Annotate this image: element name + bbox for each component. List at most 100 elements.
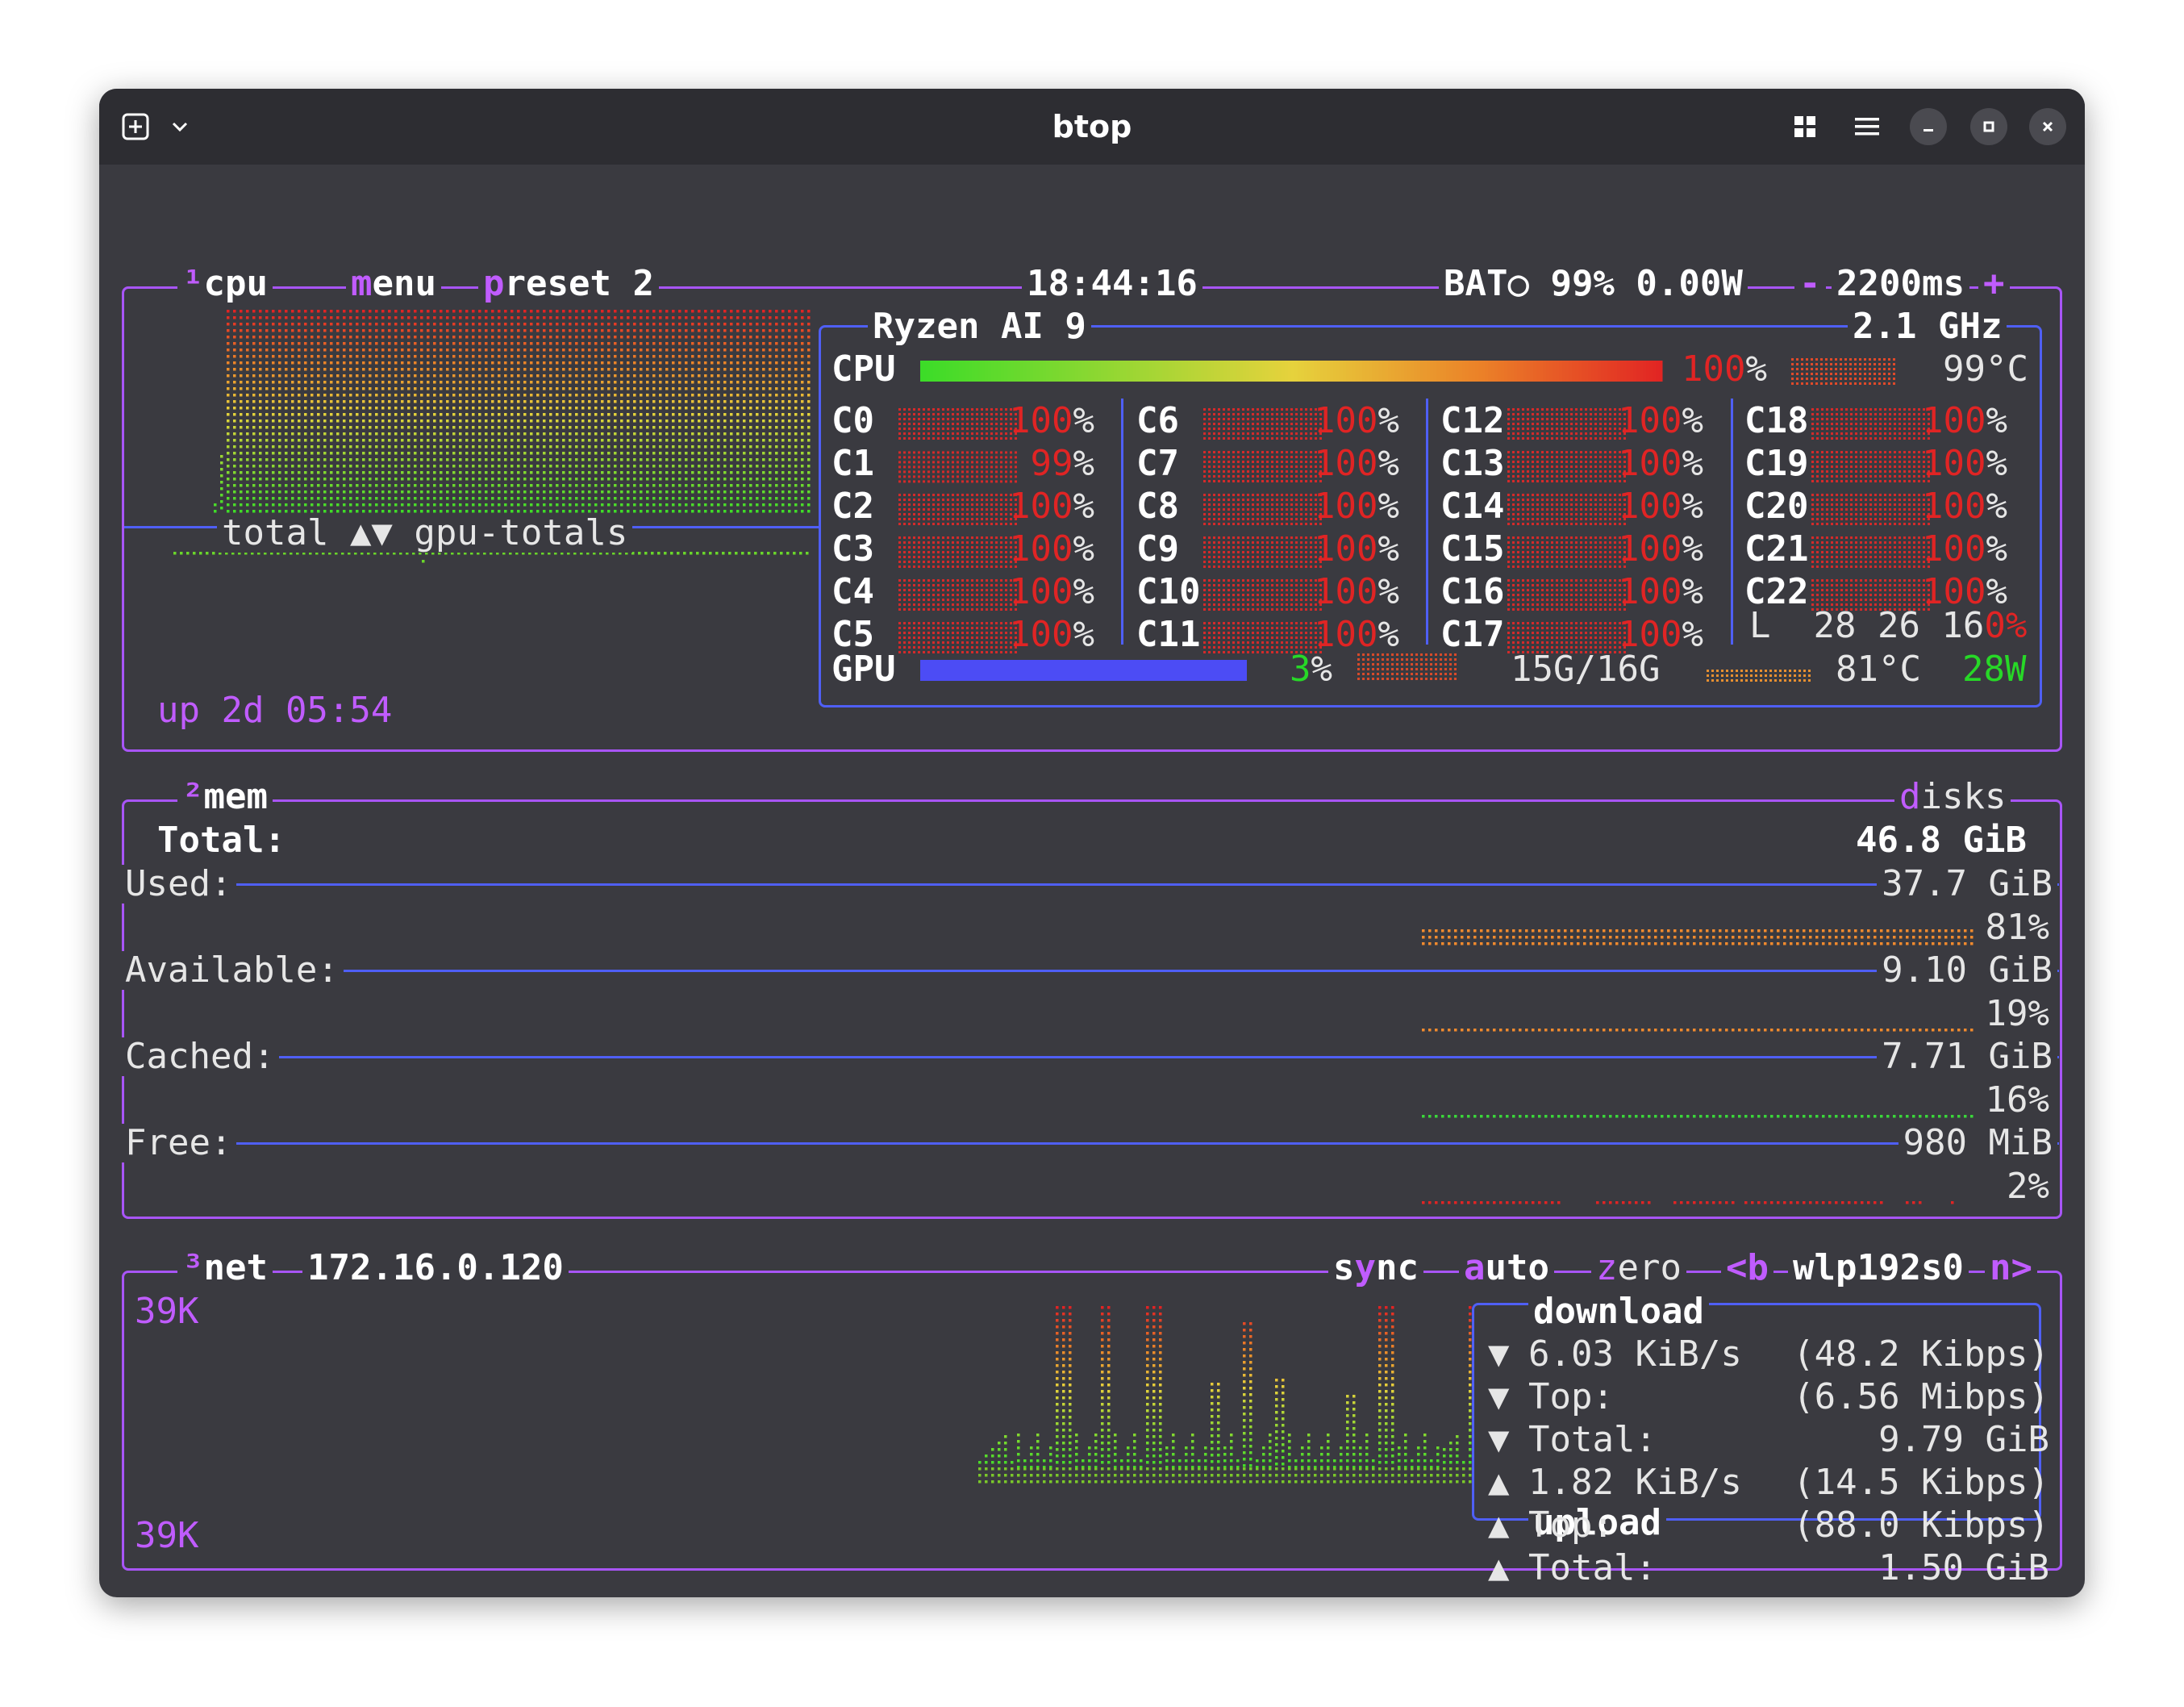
mem-total-label: Total: (157, 820, 286, 861)
prev-interface-button[interactable]: <b (1721, 1249, 1773, 1288)
core-percent-c0: 100% (1009, 402, 1094, 440)
core-label-c4: C4 (832, 571, 874, 612)
core-percent-c12: 100% (1618, 402, 1703, 440)
core-label-c2: C2 (832, 486, 874, 527)
core-percent-value: 99 (1030, 443, 1073, 484)
minimize-button[interactable] (1910, 108, 1947, 145)
auto-hotkey: a (1464, 1247, 1486, 1288)
core-percent-value: 100 (1618, 443, 1682, 484)
percent-sign: % (1378, 400, 1399, 441)
core-percent-c9: 100% (1314, 530, 1399, 569)
net-stat-value: 1.50 GiB (1878, 1547, 2049, 1588)
net-scale-top: 39K (135, 1291, 199, 1332)
net-stat-arrow: ▼ (1488, 1376, 1510, 1417)
core-percent-c19: 100% (1922, 444, 2007, 483)
maximize-button[interactable] (1970, 108, 2007, 145)
core-label-c12: C12 (1440, 400, 1505, 441)
disks-hotkey: d (1899, 776, 1921, 817)
percent-sign: % (1986, 486, 2007, 527)
cpu-frequency: 2.1 GHz (1848, 307, 2007, 346)
percent-sign: % (1378, 614, 1399, 655)
core-percent-value: 100 (1922, 486, 1986, 527)
interval-increase-button[interactable]: + (1978, 265, 2010, 303)
core-percent-c7: 100% (1314, 444, 1399, 483)
chevron-down-icon (172, 122, 188, 132)
cpu-total-percent-value: 100 (1682, 348, 1746, 390)
gpu-memory: 15G/16G (1511, 649, 1661, 690)
core-label-c20: C20 (1744, 486, 1809, 527)
net-stat-value: (14.5 Kibps) (1793, 1462, 2049, 1503)
menu-hotkey: m (351, 263, 373, 304)
core-label-c21: C21 (1744, 528, 1809, 570)
percent-sign: % (1073, 486, 1094, 527)
mem-panel-number: ² (182, 776, 204, 817)
auto-toggle[interactable]: auto (1459, 1249, 1554, 1288)
menu-button[interactable] (1847, 106, 1887, 147)
core-percent-c5: 100% (1009, 616, 1094, 654)
grid-view-button[interactable] (1785, 106, 1825, 147)
core-label-c11: C11 (1136, 614, 1201, 655)
core-label-c3: C3 (832, 528, 874, 570)
zero-label-rest: ero (1617, 1247, 1682, 1288)
cpu-panel-number: ¹ (182, 263, 204, 304)
core-label-c8: C8 (1136, 486, 1179, 527)
cpu-temperature: 99°C (1943, 348, 2028, 390)
core-percent-value: 100 (1314, 486, 1378, 527)
next-interface-button[interactable]: n> (1985, 1249, 2037, 1288)
core-percent-value: 100 (1618, 400, 1682, 441)
core-label-c0: C0 (832, 400, 874, 441)
sync-hotkey: y (1354, 1247, 1377, 1288)
mem-panel-name: mem (203, 776, 268, 817)
core-percent-c1: 99% (1031, 444, 1094, 483)
grid-view-icon (1794, 116, 1815, 137)
percent-sign: % (1378, 528, 1399, 570)
net-stat-arrow: ▲ (1488, 1547, 1510, 1588)
hamburger-menu-icon (1855, 118, 1879, 136)
net-panel-number: ³ (182, 1247, 204, 1288)
percent-sign: % (1682, 486, 1703, 527)
core-label-c19: C19 (1744, 443, 1809, 484)
close-button[interactable] (2029, 108, 2066, 145)
core-label-c6: C6 (1136, 400, 1179, 441)
percent-sign: % (1682, 571, 1703, 612)
core-percent-value: 100 (1618, 528, 1682, 570)
core-percent-value: 100 (1009, 571, 1073, 612)
net-stat-value: (88.0 Kibps) (1793, 1505, 2049, 1546)
core-percent-value: 100 (1314, 443, 1378, 484)
battery-status: BAT○ 99% 0.00W (1439, 265, 1748, 303)
update-interval: 2200ms (1832, 265, 1969, 303)
core-label-c1: C1 (832, 443, 874, 484)
percent-sign: % (1073, 400, 1094, 441)
load-values: 28 26 16 (1813, 605, 1985, 646)
core-percent-value: 100 (1009, 400, 1073, 441)
core-percent-c16: 100% (1618, 573, 1703, 611)
menu-button[interactable]: menu (346, 265, 441, 303)
new-tab-button[interactable] (115, 106, 156, 147)
percent-sign: % (1378, 443, 1399, 484)
mem-row-label: Free: (122, 1124, 237, 1162)
net-panel-title[interactable]: ³net (177, 1249, 273, 1288)
cpu-panel-title[interactable]: ¹cpu (177, 265, 273, 303)
net-stat-label: Top: (1528, 1376, 1614, 1417)
core-label-c13: C13 (1440, 443, 1505, 484)
core-percent-c14: 100% (1618, 487, 1703, 526)
zero-toggle[interactable]: zero (1591, 1249, 1686, 1288)
core-percent-c4: 100% (1009, 573, 1094, 611)
gpu-temperature: 81°C (1836, 649, 1921, 690)
core-label-c10: C10 (1136, 571, 1201, 612)
cpu-graph-label[interactable]: total ▲▼ gpu-totals (217, 514, 633, 553)
preset-button[interactable]: preset 2 (478, 265, 659, 303)
cpu-model: Ryzen AI 9 (868, 307, 1091, 346)
core-label-c14: C14 (1440, 486, 1505, 527)
interval-decrease-button[interactable]: - (1794, 265, 1826, 303)
sync-toggle[interactable]: sync (1328, 1249, 1423, 1288)
tab-dropdown-button[interactable] (164, 106, 196, 147)
zero-hotkey: z (1596, 1247, 1618, 1288)
mem-row-percent: 2% (2007, 1166, 2049, 1207)
disks-button[interactable]: disks (1894, 778, 2011, 816)
core-percent-c8: 100% (1314, 487, 1399, 526)
core-percent-value: 100 (1922, 443, 1986, 484)
disks-label-rest: isks (1920, 776, 2007, 817)
mem-row-percent: 16% (1985, 1079, 2049, 1121)
mem-panel-title[interactable]: ²mem (177, 778, 273, 816)
